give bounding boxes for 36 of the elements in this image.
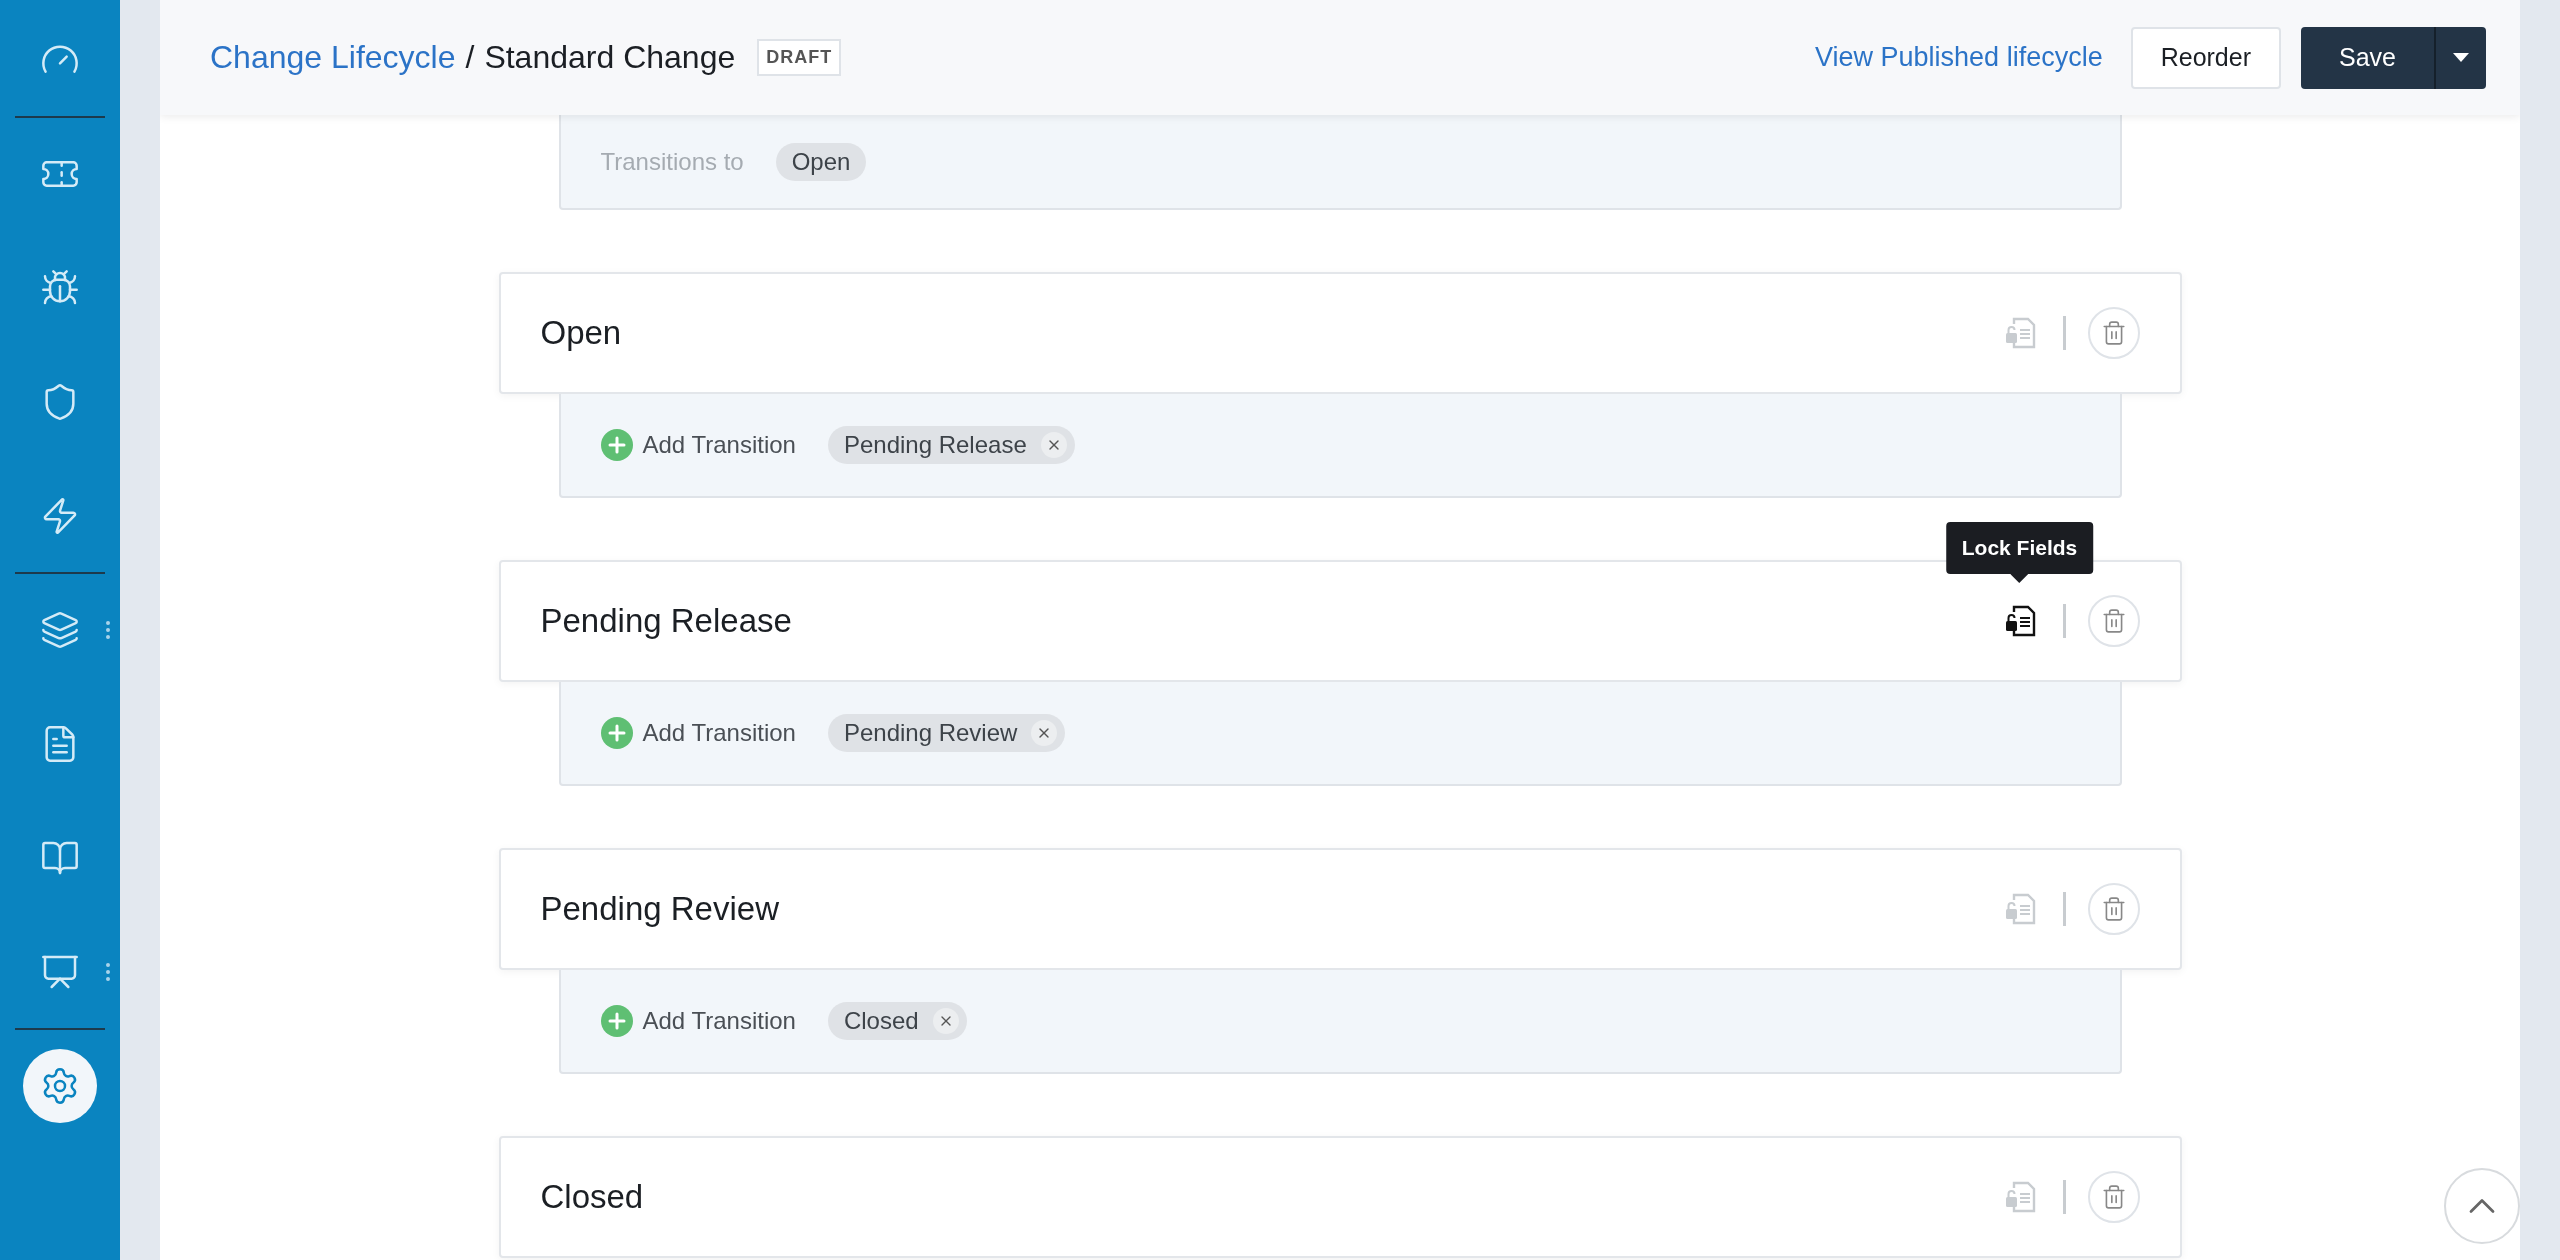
transition-tag: Closed: [827, 1002, 967, 1040]
add-transition-button[interactable]: Add Transition: [600, 1005, 796, 1037]
remove-tag-button[interactable]: [1031, 720, 1058, 746]
transitions-label: Transitions to: [600, 147, 744, 176]
plus-icon: [600, 717, 633, 749]
add-transition-button[interactable]: Add Transition: [600, 429, 796, 461]
layers-icon: [40, 610, 80, 650]
state-name: Open: [540, 314, 622, 352]
reorder-button[interactable]: Reorder: [2130, 26, 2281, 89]
plus-icon: [600, 429, 633, 461]
caret-icon: [2453, 52, 2469, 63]
plus-icon: [600, 1005, 633, 1037]
tooltip: Lock Fields: [1945, 522, 2094, 583]
status-badge: DRAFT: [757, 39, 842, 76]
trash-icon: [2100, 608, 2127, 634]
remove-tag-button[interactable]: [1040, 432, 1067, 458]
trash-icon: [2100, 1184, 2127, 1210]
page-title: Standard Change: [484, 39, 736, 76]
transition-tag: Pending Review: [827, 714, 1066, 752]
state-name: Pending Release: [540, 602, 792, 640]
state-name: Closed: [540, 1178, 644, 1216]
delete-button[interactable]: [2087, 307, 2140, 359]
remove-tag-button[interactable]: [932, 1008, 959, 1034]
transition-tag: Pending Release: [827, 426, 1075, 464]
tooltip-pointer-icon: [2010, 574, 2029, 583]
delete-button[interactable]: [2087, 1171, 2140, 1223]
breadcrumb-link[interactable]: Change Lifecycle: [210, 39, 456, 76]
state-name: Pending Review: [540, 890, 779, 928]
delete-button[interactable]: [2087, 883, 2140, 935]
view-published-link[interactable]: View Published lifecycle: [1815, 42, 2103, 73]
trash-icon: [2100, 320, 2127, 346]
transition-tag: Open: [775, 142, 867, 181]
delete-button[interactable]: [2087, 595, 2140, 647]
trash-icon: [2100, 896, 2127, 922]
breadcrumb-separator: /: [465, 39, 475, 76]
add-transition-button[interactable]: Add Transition: [600, 717, 796, 749]
